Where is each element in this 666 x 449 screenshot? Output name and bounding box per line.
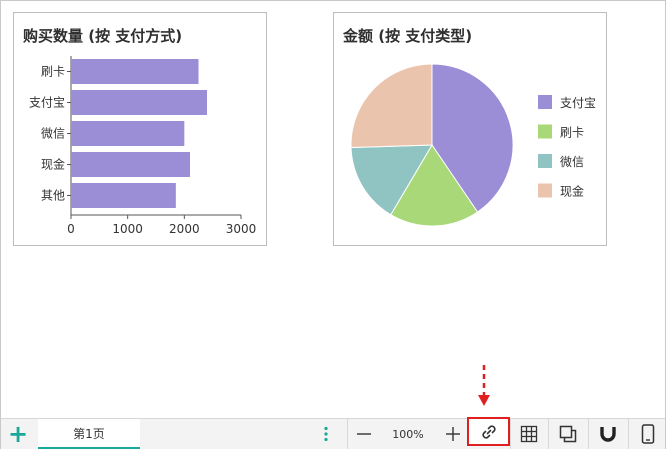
y-tick-label: 刷卡: [41, 65, 65, 79]
mobile-icon: [641, 424, 655, 444]
zoom-out-button[interactable]: [351, 419, 377, 449]
x-tick-label: 3000: [226, 222, 257, 236]
annotation-arrow: [478, 365, 490, 406]
zoom-level: 100%: [392, 427, 424, 441]
x-tick-label: 1000: [112, 222, 143, 236]
layers-button[interactable]: [549, 419, 587, 449]
zoom-in-button[interactable]: [439, 419, 467, 449]
tab-page-1[interactable]: 第1页: [38, 419, 140, 449]
plus-small-icon: [446, 427, 460, 441]
bar-chart-card[interactable]: 购买数量 (按 支付方式) 刷卡 支付宝 微信 现金 其他 0 1000 2000 3000: [13, 12, 267, 246]
bar[interactable]: [71, 59, 199, 84]
legend-label: 微信: [560, 155, 584, 169]
minus-icon: [357, 433, 371, 435]
plus-icon: +: [7, 420, 29, 448]
bar[interactable]: [71, 121, 185, 146]
pie-slice[interactable]: [350, 63, 433, 149]
tab-label: 第1页: [73, 426, 105, 441]
bar[interactable]: [71, 152, 190, 177]
y-tick-label: 现金: [41, 157, 65, 172]
pie-chart: 支付宝刷卡微信现金: [350, 63, 596, 227]
x-tick-label: 0: [67, 222, 75, 236]
bar[interactable]: [71, 183, 176, 208]
legend-swatch: [538, 124, 552, 139]
legend-label: 刷卡: [560, 126, 584, 140]
bar-chart: 刷卡支付宝微信现金其他 0 1000 2000 3000: [29, 56, 257, 236]
pie-chart-card[interactable]: 金额 (按 支付类型) 支付宝 刷卡 微信 现金: [333, 12, 607, 246]
more-options-button[interactable]: [315, 419, 337, 449]
link-icon: [481, 424, 496, 439]
y-tick-label: 支付宝: [29, 96, 65, 110]
legend-label: 现金: [560, 184, 584, 199]
legend-swatch: [538, 154, 552, 168]
grid-icon: [520, 425, 538, 443]
legend-swatch: [538, 183, 552, 198]
bar[interactable]: [71, 90, 207, 115]
add-page-button[interactable]: +: [3, 419, 33, 449]
link-button[interactable]: [467, 417, 510, 446]
y-tick-label: 微信: [41, 127, 65, 141]
legend-label: 支付宝: [560, 96, 596, 110]
grid-button[interactable]: [510, 419, 548, 449]
magnet-icon: [600, 427, 616, 442]
y-tick-label: 其他: [41, 189, 65, 203]
layers-icon: [559, 425, 577, 443]
x-tick-label: 2000: [169, 222, 200, 236]
vertical-dots-icon: [324, 426, 328, 442]
bottom-toolbar: + 第1页 100%: [1, 417, 666, 449]
magnet-button[interactable]: [589, 419, 627, 449]
mobile-preview-button[interactable]: [629, 419, 666, 449]
legend-swatch: [538, 95, 552, 109]
